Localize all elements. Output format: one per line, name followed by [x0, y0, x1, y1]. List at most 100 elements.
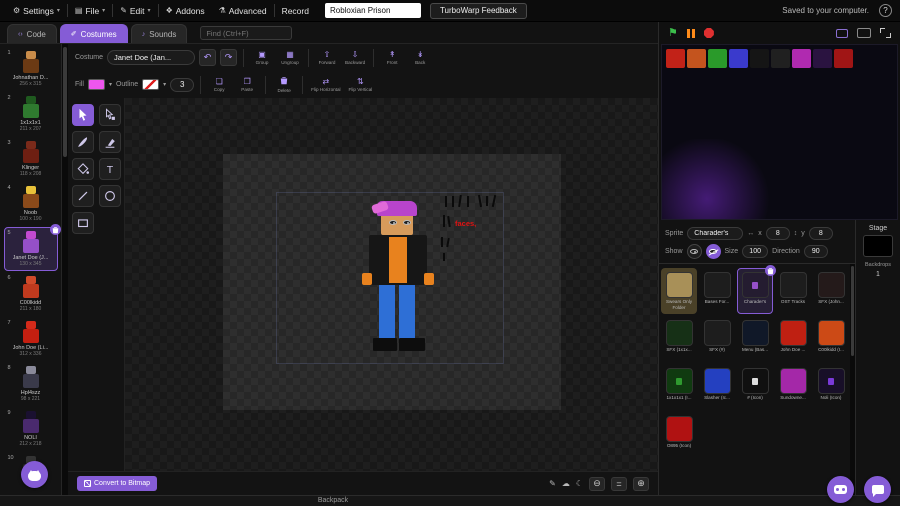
flip-horizontal-button[interactable]: ⇄ Flip Horizontal [309, 72, 342, 97]
brush-tool[interactable] [71, 131, 94, 153]
eraser-tool[interactable] [98, 131, 121, 153]
outline-color-swatch[interactable] [142, 79, 160, 90]
settings-menu[interactable]: ⚙ Settings ▾ [6, 0, 67, 21]
copy-button[interactable]: ❏ Copy [207, 72, 231, 97]
file-menu[interactable]: ▤ File ▾ [68, 0, 112, 21]
sprite-tile[interactable]: SFX (John... [813, 268, 849, 314]
undo-button[interactable]: ↶ [199, 49, 217, 66]
sprite-name-input[interactable] [687, 226, 744, 240]
sprite-size-input[interactable] [742, 244, 769, 258]
flip-vertical-button[interactable]: ⇅ Flip Vertical [347, 72, 375, 97]
sprite-x-input[interactable] [765, 226, 790, 240]
show-sprite-button[interactable] [686, 243, 702, 259]
sprite-tile[interactable]: Swears Only Folder [661, 268, 697, 314]
stage-sprite-icon [750, 49, 769, 68]
group-button[interactable]: ▣ Group [250, 45, 274, 70]
sprite-tile[interactable]: Noli (Icon) [813, 364, 849, 410]
sprite-scrollbar[interactable] [850, 264, 855, 495]
project-title-input[interactable] [324, 3, 421, 18]
zoom-in-button[interactable]: ⊕ [633, 476, 649, 491]
costume-item[interactable]: 7 John Doe (Li... 312 x 336 [4, 317, 58, 361]
record-menu[interactable]: Record [275, 0, 316, 21]
stage-sprite-row [666, 49, 853, 68]
fill-color-swatch[interactable] [87, 79, 105, 90]
sprite-tile[interactable]: C00lkidd (I... [813, 316, 849, 362]
chat-button[interactable] [864, 476, 891, 503]
backpack-bar[interactable]: Backpack [0, 495, 900, 506]
sprite-direction-input[interactable] [803, 244, 828, 258]
sprite-tile[interactable]: Charader's [737, 265, 776, 314]
sprite-tile[interactable]: OST Tracks [775, 268, 811, 314]
back-button[interactable]: ↡ Back [408, 45, 432, 70]
text-tool[interactable]: T [98, 158, 121, 180]
zoom-out-button[interactable]: ⊖ [589, 476, 605, 491]
sprite-tile[interactable]: O895 (Icon) [661, 412, 697, 458]
green-flag-button[interactable]: ⚑ [668, 27, 678, 39]
feedback-button[interactable]: TurboWarp Feedback [429, 2, 527, 19]
redo-button[interactable]: ↷ [220, 49, 238, 66]
stop-button[interactable] [703, 28, 714, 38]
front-button[interactable]: ↟ Front [380, 45, 404, 70]
sprite-tile[interactable]: Slasher (Ic... [699, 364, 735, 410]
delete-button[interactable]: Delete [272, 72, 296, 97]
stroke-width-input[interactable] [170, 77, 195, 92]
sprite-tile[interactable]: SFX (#) [699, 316, 735, 362]
sprite-tile[interactable]: John Doe ... [775, 316, 811, 362]
tab-costumes[interactable]: ✐ Costumes [59, 24, 128, 43]
line-tool[interactable] [71, 185, 94, 207]
costume-item[interactable]: 9 NOLI 212 x 218 [4, 407, 58, 451]
paste-button[interactable]: ❐ Paste [235, 72, 259, 97]
advanced-menu[interactable]: ⚗ Advanced [212, 0, 274, 21]
sprite-tile[interactable]: Menu (Bas... [737, 316, 773, 362]
stage-sprite-icon [792, 49, 811, 68]
costume-name-input[interactable] [107, 50, 196, 65]
costume-item[interactable]: 3 Klinger 118 x 208 [4, 137, 58, 181]
stage-selector[interactable]: Stage Backdrops 1 [856, 220, 900, 495]
costume-item[interactable]: 5 Janet Doe (J... 130 x 345 [3, 224, 61, 271]
costume-item[interactable]: 4 Noob 100 x 190 [4, 182, 58, 226]
dark-mode-icon[interactable]: ☾ [576, 479, 583, 488]
add-costume-button[interactable] [21, 461, 48, 488]
delete-sprite-button[interactable] [765, 265, 776, 276]
edit-menu[interactable]: ✎ Edit ▾ [113, 0, 157, 21]
backward-button[interactable]: ⇩ Backward [343, 45, 367, 70]
gamepad-button[interactable] [827, 476, 854, 503]
sprite-y-input[interactable] [808, 226, 833, 240]
large-stage-button[interactable] [857, 28, 871, 38]
pause-button[interactable] [686, 28, 695, 38]
forward-button[interactable]: ⇧ Forward [315, 45, 339, 70]
sprite-thumbnail [779, 368, 807, 394]
addons-menu[interactable]: ❖ Addons [159, 0, 212, 21]
select-tool[interactable] [71, 104, 94, 126]
onion-skin-icon[interactable]: ☁ [562, 479, 570, 488]
hide-sprite-button[interactable] [705, 243, 721, 259]
convert-to-bitmap-button[interactable]: Convert to Bitmap [77, 476, 158, 491]
sprite-tile[interactable]: Bases For... [699, 268, 735, 314]
tab-sounds[interactable]: ♪ Sounds [130, 24, 188, 43]
costume-number: 1 [7, 50, 11, 56]
canvas-selection[interactable]: faces, [276, 192, 504, 364]
fill-tool[interactable] [71, 158, 94, 180]
small-stage-button[interactable] [836, 28, 848, 38]
costume-item[interactable]: 6 C00lkidd 211 x 180 [4, 272, 58, 316]
sprite-tile[interactable]: 1x1x1x1 (I... [661, 364, 697, 410]
ungroup-button[interactable]: ▦ Ungroup [278, 45, 302, 70]
reshape-tool[interactable] [98, 104, 121, 126]
sprite-tile[interactable]: Sundowne... [775, 364, 811, 410]
costume-item[interactable]: 8 Hpl4szz 98 x 221 [4, 362, 58, 406]
sprite-tile[interactable]: # (Icon) [737, 364, 773, 410]
rectangle-tool[interactable] [71, 212, 94, 234]
delete-costume-button[interactable] [49, 224, 61, 235]
costume-item[interactable]: 1 Johnathan D... 256 x 315 [4, 47, 58, 91]
zoom-reset-button[interactable]: = [611, 476, 627, 491]
fullscreen-button[interactable] [880, 28, 891, 38]
paint-canvas[interactable]: faces, [124, 98, 658, 471]
costume-item[interactable]: 2 1x1x1x1 211 x 207 [4, 92, 58, 136]
stage-preview[interactable] [661, 44, 898, 220]
pen-mode-icon[interactable]: ✎ [549, 479, 556, 488]
help-button[interactable]: ? [879, 4, 892, 17]
find-input[interactable] [200, 26, 293, 40]
circle-tool[interactable] [98, 185, 121, 207]
sprite-tile[interactable]: SFX (1x1x... [661, 316, 697, 362]
tab-code[interactable]: ‹› Code [7, 24, 57, 43]
